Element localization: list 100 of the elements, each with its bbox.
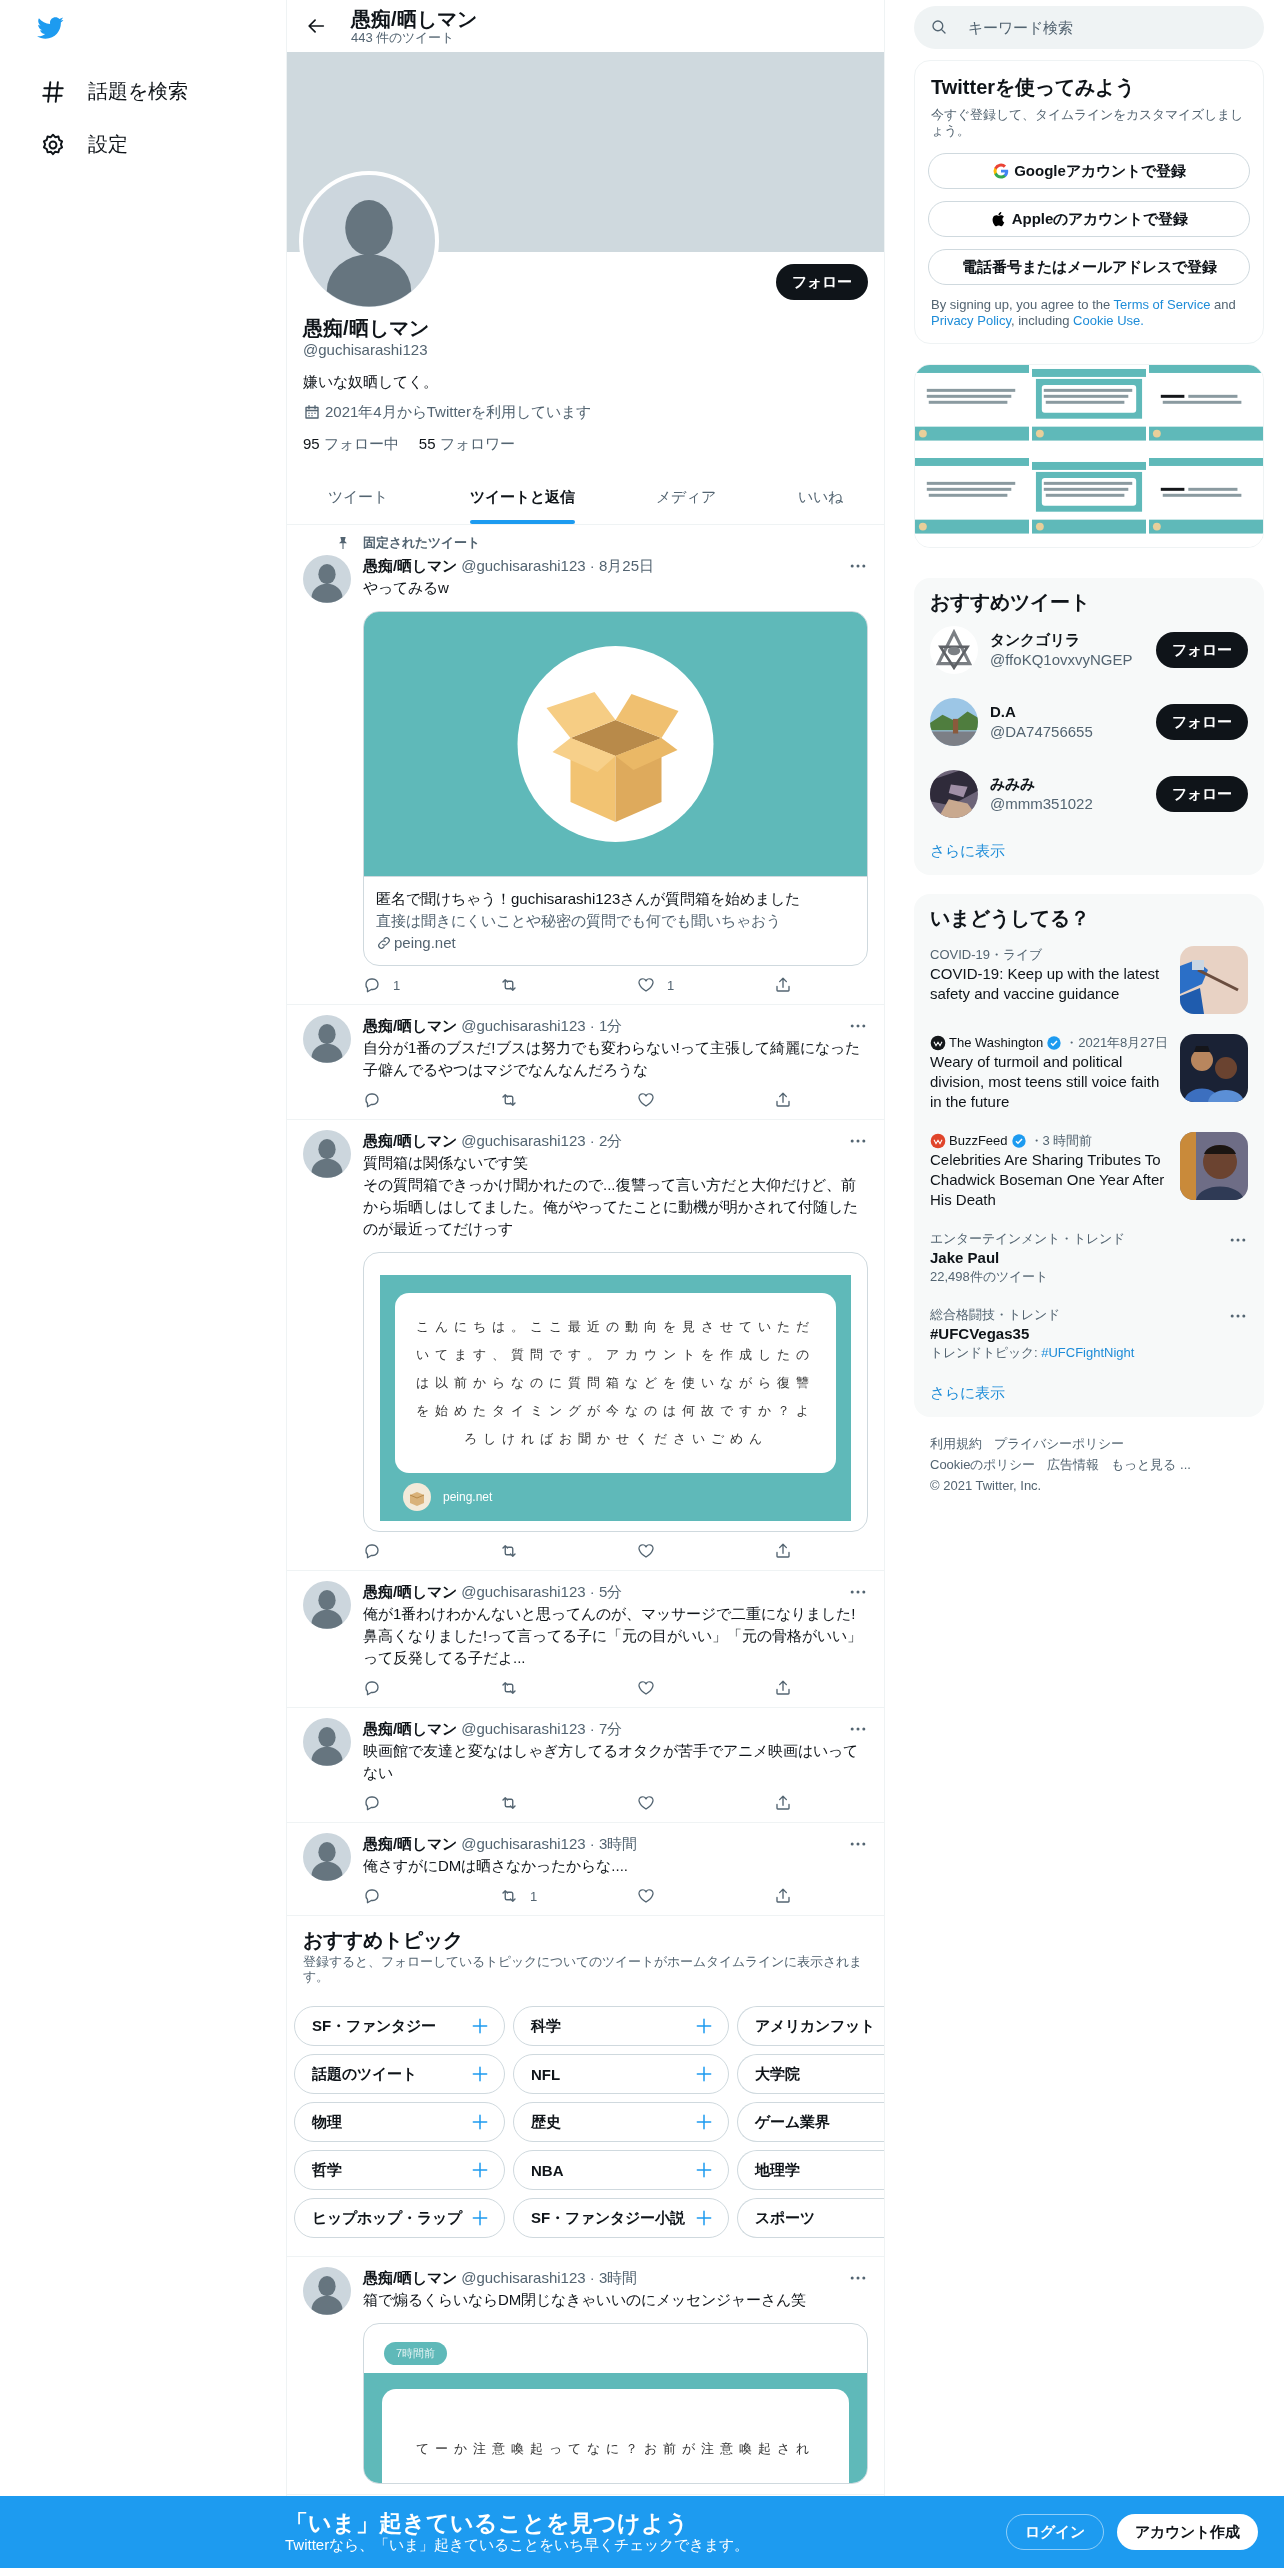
hash-icon bbox=[40, 78, 66, 105]
user-name[interactable]: タンクゴリラ bbox=[990, 630, 1144, 650]
news-item[interactable]: COVID-19・ライブ COVID-19: Keep up with the latest safety and vaccine guidance bbox=[914, 936, 1264, 1024]
like-icon bbox=[637, 1542, 655, 1560]
nav-item[interactable]: 話題を検索 bbox=[30, 70, 198, 113]
author-name[interactable]: 愚痴/晒しマン bbox=[363, 2267, 458, 2289]
terms-link[interactable]: Cookie Use. bbox=[1073, 313, 1144, 328]
search-icon bbox=[930, 18, 948, 36]
plus-icon bbox=[470, 2160, 490, 2180]
follow-button[interactable]: フォロー bbox=[776, 264, 868, 300]
author-name[interactable]: 愚痴/晒しマン bbox=[363, 1718, 458, 1740]
user-name[interactable]: D.A bbox=[990, 702, 1144, 722]
tweet-text: 俺さすがにDMは晒さなかったからな.... bbox=[363, 1856, 629, 1876]
retweet-button[interactable]: 1 bbox=[500, 1887, 637, 1905]
plus-icon bbox=[694, 2160, 714, 2180]
trend-subtitle: 22,498件のツイート bbox=[930, 1268, 1049, 1286]
signup-button[interactable]: アカウント作成 bbox=[1117, 2514, 1258, 2550]
author-name[interactable]: 愚痴/晒しマン bbox=[363, 1581, 458, 1603]
card-title: いまどうしてる？ bbox=[929, 906, 1091, 930]
reply-icon bbox=[363, 1091, 381, 1109]
nav-item[interactable]: 設定 bbox=[30, 123, 138, 166]
gear-icon bbox=[40, 131, 66, 158]
news-meta: COVID-19・ライブ bbox=[930, 946, 1042, 964]
author-name[interactable]: 愚痴/晒しマン bbox=[363, 1015, 458, 1037]
reply-button[interactable]: 1 bbox=[363, 976, 500, 994]
profile-tab[interactable]: メディア bbox=[615, 470, 758, 524]
share-button[interactable] bbox=[774, 1542, 792, 1560]
tweet-text: 自分が1番のブスだ!ブスは努力でも変わらない!って主張して綺麗になった子僻んでるやつはマジでなんなんだろうな bbox=[363, 1038, 861, 1080]
pinned-label: 固定されたツイート bbox=[363, 535, 480, 551]
share-button[interactable] bbox=[774, 1091, 792, 1109]
profile-handle: @guchisarashi123 bbox=[303, 340, 429, 360]
author-name[interactable]: 愚痴/晒しマン bbox=[363, 555, 458, 577]
profile-tab[interactable]: ツイート bbox=[287, 470, 429, 524]
footer-link[interactable]: Cookieのポリシー bbox=[930, 1454, 1036, 1475]
author-name[interactable]: 愚痴/晒しマン bbox=[363, 1833, 458, 1855]
share-icon bbox=[774, 1542, 792, 1560]
avatar-icon bbox=[303, 2267, 351, 2315]
reply-icon bbox=[363, 976, 381, 994]
card-title: おすすめツイート bbox=[929, 590, 1091, 614]
news-item[interactable]: BuzzFeed ・3 時間前 Celebrities Are Sharing Tributes To Chadwick Boseman One Year After His Death bbox=[914, 1122, 1264, 1220]
plus-icon bbox=[470, 2016, 490, 2036]
share-icon bbox=[774, 1887, 792, 1905]
hashtag-link[interactable]: #UFCFightNight bbox=[1041, 1345, 1135, 1360]
verified-icon bbox=[1046, 1035, 1063, 1051]
trend-title: Jake Paul bbox=[930, 1248, 1001, 1268]
following-link[interactable]: 95 フォロー中 bbox=[303, 434, 399, 454]
terms-link[interactable]: Terms of Service bbox=[1113, 297, 1211, 312]
tweet-text: やってみるw bbox=[363, 578, 450, 598]
news-item[interactable]: The Washington ・2021年8月27日 Weary of turmoil and political division, most teens still voice faith in the future bbox=[914, 1024, 1264, 1122]
news-headline: Weary of turmoil and political division, most teens still voice faith in the future bbox=[930, 1052, 1161, 1112]
tweet-meta: @guchisarashi123 · 1分 bbox=[461, 1016, 624, 1036]
trend-title: #UFCVegas35 bbox=[930, 1324, 1031, 1344]
share-button[interactable] bbox=[774, 1794, 792, 1812]
tweet-text: 映画館で友達と変なはしゃぎ方してるオタクが苦手でアニメ映画はいってない bbox=[363, 1741, 859, 1783]
follow-button[interactable]: フォロー bbox=[1156, 704, 1248, 740]
tweet-count: 443 件のツイート bbox=[351, 29, 456, 45]
plus-icon bbox=[694, 2016, 714, 2036]
avatar-icon bbox=[303, 175, 435, 307]
retweet-icon bbox=[500, 976, 518, 994]
profile-tab[interactable]: いいね bbox=[757, 470, 884, 524]
reply-icon bbox=[363, 1679, 381, 1697]
show-more-link[interactable]: さらに表示 bbox=[914, 830, 1264, 861]
follow-button[interactable]: フォロー bbox=[1156, 632, 1248, 668]
plus-icon bbox=[470, 2112, 490, 2132]
retweet-icon bbox=[500, 1542, 518, 1560]
search-field[interactable]: キーワード検索 bbox=[914, 6, 1264, 49]
image-card[interactable]: こんにちは。ここ最近の動向を見させていただいてます、質問です。アカウントを作成したのは以前からなのに質問箱などを使いながら復讐を始めたタイミングが今なのは何故ですか？よろしければお聞かせくださいごめん peing.net bbox=[363, 1252, 868, 1532]
share-button[interactable] bbox=[774, 1887, 792, 1905]
footer-link[interactable]: プライバシーポリシー bbox=[994, 1433, 1124, 1454]
footer-link[interactable]: もっと見る ... bbox=[1111, 1454, 1191, 1475]
retweet-icon bbox=[500, 1091, 518, 1109]
tweet-meta: @guchisarashi123 · 7分 bbox=[461, 1719, 624, 1739]
box-icon bbox=[403, 1483, 431, 1511]
image-card[interactable]: 7時間前 てーか注意喚起ってなに？お前が注意喚起され bbox=[363, 2323, 868, 2484]
terms-text: By signing up, you agree to the Terms of Service and Privacy Policy, including Cookie Use. bbox=[931, 297, 1237, 329]
retweet-icon bbox=[500, 1887, 518, 1905]
user-name[interactable]: みみみ bbox=[990, 774, 1144, 794]
trend-item[interactable]: 総合格闘技・トレンド #UFCVegas35 トレンドトピック: #UFCFightNight bbox=[914, 1296, 1264, 1372]
terms-link[interactable]: Privacy Policy bbox=[931, 313, 1011, 328]
footer-link[interactable]: 広告情報 bbox=[1047, 1454, 1100, 1475]
avatar-icon bbox=[303, 1130, 351, 1178]
followers-link[interactable]: 55 フォロワー bbox=[418, 434, 515, 454]
tweet-meta: @guchisarashi123 · 3時間 bbox=[461, 2268, 639, 2288]
follow-button[interactable]: フォロー bbox=[1156, 776, 1248, 812]
time-badge: 7時間前 bbox=[384, 2342, 448, 2365]
news-meta: ・3 時間前 bbox=[1029, 1132, 1093, 1150]
avatar-icon bbox=[303, 555, 351, 603]
plus-icon bbox=[470, 2208, 490, 2228]
share-button[interactable] bbox=[774, 1679, 792, 1697]
profile-tab[interactable]: ツイートと返信 bbox=[428, 470, 616, 524]
footer-link[interactable]: 利用規約 bbox=[930, 1433, 982, 1454]
like-button[interactable]: 1 bbox=[637, 976, 774, 994]
trend-item[interactable]: エンターテインメント・トレンド Jake Paul 22,498件のツイート bbox=[914, 1220, 1264, 1296]
link-card[interactable]: 匿名で聞けちゃう！guchisarashi123さんが質問箱を始めました 直接は聞きにくいことや秘密の質問でも何でも聞いちゃおう peing.net bbox=[363, 611, 868, 966]
author-name[interactable]: 愚痴/晒しマン bbox=[363, 1130, 458, 1152]
show-more-link[interactable]: さらに表示 bbox=[914, 1372, 1264, 1403]
news-source: BuzzFeed bbox=[949, 1132, 1008, 1150]
plus-icon bbox=[694, 2112, 714, 2132]
tweet-meta: @guchisarashi123 · 5分 bbox=[461, 1582, 624, 1602]
share-button[interactable] bbox=[774, 976, 792, 994]
